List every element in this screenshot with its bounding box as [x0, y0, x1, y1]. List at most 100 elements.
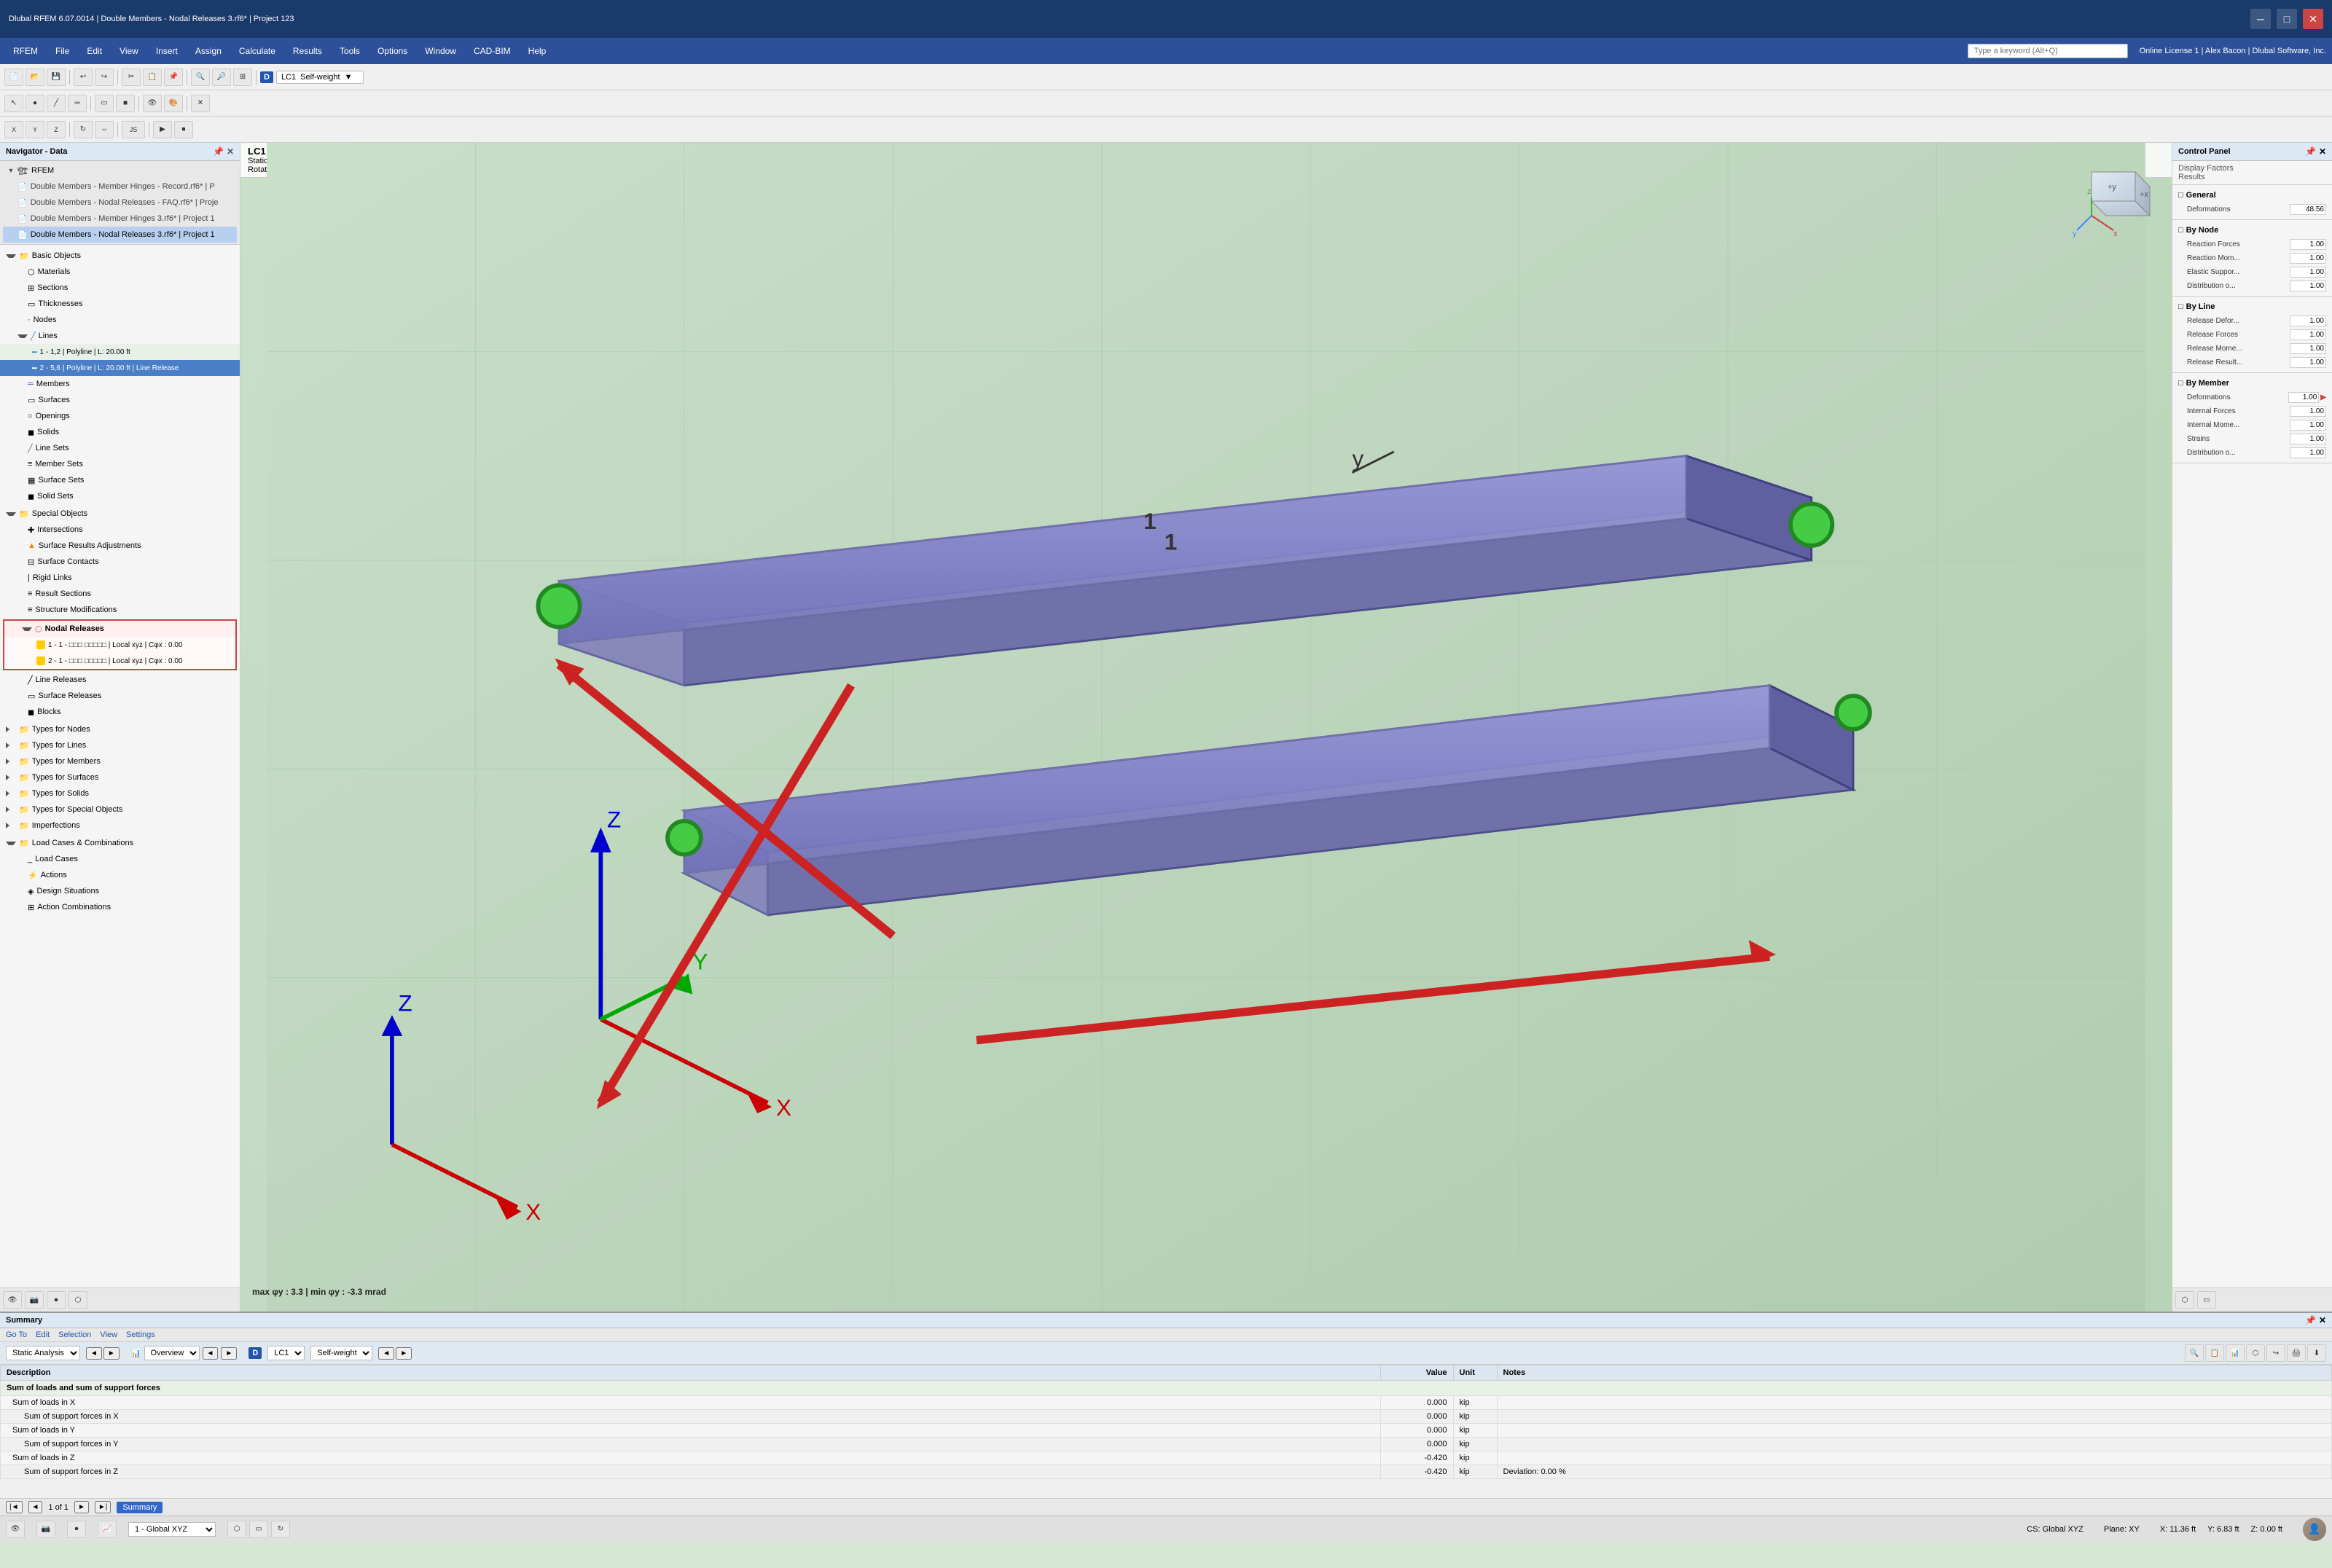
tree-surface-contacts[interactable]: ⊟ Surface Contacts: [0, 554, 240, 570]
summary-tab-btn[interactable]: Summary: [117, 1502, 163, 1513]
tree-surface-releases[interactable]: ▭ Surface Releases: [0, 688, 240, 704]
tb-ydir[interactable]: Y: [26, 121, 44, 138]
cp-internal-forces-value[interactable]: [2290, 406, 2326, 417]
tree-design-situations[interactable]: ◈ Design Situations: [0, 883, 240, 899]
tree-load-cases[interactable]: 📁 Load Cases & Combinations: [0, 835, 240, 851]
status-graph-btn[interactable]: 📈: [98, 1521, 117, 1538]
tb-xdir[interactable]: X: [4, 121, 23, 138]
tb-surface[interactable]: ▭: [95, 95, 114, 112]
search-input[interactable]: [1968, 44, 2128, 58]
tb-save[interactable]: 💾: [47, 68, 66, 86]
menu-results[interactable]: Results: [286, 43, 329, 59]
tree-types-surfaces[interactable]: 📁 Types for Surfaces: [0, 769, 240, 785]
status-cs-select[interactable]: 1 - Global XYZ: [128, 1522, 216, 1537]
tb-member[interactable]: ═: [68, 95, 87, 112]
overview-select[interactable]: Overview: [144, 1346, 200, 1360]
summary-lc-prev-btn[interactable]: ◄: [378, 1347, 394, 1360]
tree-load-cases-sub[interactable]: _ Load Cases: [0, 851, 240, 867]
tb-render[interactable]: 🎨: [164, 95, 183, 112]
cp-section-by-node-header[interactable]: □ By Node: [2172, 223, 2332, 238]
minimize-button[interactable]: ─: [2250, 9, 2271, 29]
tree-surfaces[interactable]: ▭ Surfaces: [0, 392, 240, 408]
tree-lines[interactable]: ╱ Lines: [0, 328, 240, 344]
bottom-pin-icon[interactable]: 📌: [2305, 1315, 2316, 1325]
sum-tb-7[interactable]: ⬇: [2307, 1344, 2326, 1362]
tb-open[interactable]: 📂: [26, 68, 44, 86]
overview-prev-btn[interactable]: ◄: [203, 1347, 219, 1360]
tb-new[interactable]: 📄: [4, 68, 23, 86]
tree-types-nodes[interactable]: 📁 Types for Nodes: [0, 721, 240, 737]
bottom-nav-settings[interactable]: Settings: [126, 1330, 155, 1339]
menu-rfem[interactable]: RFEM: [6, 43, 45, 59]
status-view-btn[interactable]: 👁: [6, 1521, 25, 1538]
bottom-nav-edit[interactable]: Edit: [36, 1330, 50, 1339]
tree-special-objects[interactable]: 📁 Special Objects: [0, 506, 240, 522]
tree-actions[interactable]: ⚡ Actions: [0, 867, 240, 883]
tree-thicknesses[interactable]: ▭ Thicknesses: [0, 296, 240, 312]
file-3[interactable]: 📄 Double Members - Member Hinges 3.rf6* …: [3, 211, 237, 227]
menu-cad-bim[interactable]: CAD-BIM: [466, 43, 518, 59]
tree-surface-results-adj[interactable]: ▲ Surface Results Adjustments: [0, 538, 240, 554]
tree-line-2[interactable]: ━ 2 - 5,6 | Polyline | L: 20.00 ft | Lin…: [0, 360, 240, 376]
cube-widget[interactable]: y x z +y +x: [2070, 157, 2157, 245]
nav-tb-3[interactable]: ⏺: [47, 1291, 66, 1309]
sum-tb-5[interactable]: ↪: [2266, 1344, 2285, 1362]
page-last-btn[interactable]: ►|: [95, 1501, 111, 1513]
tb-copy[interactable]: 📋: [143, 68, 162, 86]
tb-solid[interactable]: ■: [116, 95, 135, 112]
menu-calculate[interactable]: Calculate: [232, 43, 283, 59]
nav-tb-1[interactable]: 👁: [3, 1291, 22, 1309]
page-prev-btn[interactable]: ◄: [28, 1501, 43, 1513]
summary-lc-select[interactable]: LC1: [267, 1346, 305, 1360]
menu-window[interactable]: Window: [418, 43, 463, 59]
tb-mirror[interactable]: ⇔: [95, 121, 114, 138]
tree-solids[interactable]: ◼ Solids: [0, 424, 240, 440]
tb-redo[interactable]: ↪: [95, 68, 114, 86]
file-1[interactable]: 📄 Double Members - Member Hinges - Recor…: [3, 179, 237, 195]
menu-insert[interactable]: Insert: [149, 43, 185, 59]
sum-tb-6[interactable]: 🖨: [2287, 1344, 2306, 1362]
status-camera-btn[interactable]: 📷: [36, 1521, 55, 1538]
cp-release-result-value[interactable]: [2290, 357, 2326, 368]
tree-result-sections[interactable]: ≡ Result Sections: [0, 586, 240, 602]
file-4[interactable]: 📄 Double Members - Nodal Releases 3.rf6*…: [3, 227, 237, 243]
tree-intersections[interactable]: ✚ Intersections: [0, 522, 240, 538]
menu-help[interactable]: Help: [521, 43, 554, 59]
tree-types-lines[interactable]: 📁 Types for Lines: [0, 737, 240, 753]
cp-release-defor-value[interactable]: [2290, 315, 2326, 326]
summary-lc-name-select[interactable]: Self-weight: [310, 1346, 372, 1360]
sum-tb-3[interactable]: 📊: [2226, 1344, 2245, 1362]
cp-tb-1[interactable]: ⬡: [2175, 1291, 2194, 1309]
tb-undo[interactable]: ↩: [74, 68, 93, 86]
tb-zoom-in[interactable]: 🔍: [191, 68, 210, 86]
tree-structure-mods[interactable]: ≡ Structure Modifications: [0, 602, 240, 618]
nav-tb-2[interactable]: 📷: [25, 1291, 44, 1309]
tree-blocks[interactable]: ◼ Blocks: [0, 704, 240, 720]
tree-action-combos[interactable]: ⊞ Action Combinations: [0, 899, 240, 915]
bottom-nav-selection[interactable]: Selection: [58, 1330, 91, 1339]
bottom-nav-view[interactable]: View: [100, 1330, 117, 1339]
status-cs-btn-3[interactable]: ↻: [271, 1521, 290, 1538]
tb-node[interactable]: ●: [26, 95, 44, 112]
bottom-close-icon[interactable]: ✕: [2319, 1315, 2326, 1325]
tb-zdir[interactable]: Z: [47, 121, 66, 138]
tree-line-sets[interactable]: ╱ Line Sets: [0, 440, 240, 456]
tree-members[interactable]: ═ Members: [0, 376, 240, 392]
cp-distribution-o-value[interactable]: [2290, 281, 2326, 291]
cp-tb-2[interactable]: ▭: [2197, 1291, 2216, 1309]
nav-tb-4[interactable]: ⬡: [69, 1291, 87, 1309]
menu-tools[interactable]: Tools: [332, 43, 367, 59]
tree-sections[interactable]: ⊞ Sections: [0, 280, 240, 296]
tree-types-members[interactable]: 📁 Types for Members: [0, 753, 240, 769]
summary-next-btn[interactable]: ►: [103, 1347, 120, 1360]
sum-tb-4[interactable]: ⬡: [2246, 1344, 2265, 1362]
tree-basic-objects[interactable]: 📁 Basic Objects: [0, 248, 240, 264]
cp-release-forces-value[interactable]: [2290, 329, 2326, 340]
tree-types-solids[interactable]: 📁 Types for Solids: [0, 785, 240, 801]
bottom-nav-goto[interactable]: Go To: [6, 1330, 27, 1339]
tree-line-releases[interactable]: ╱ Line Releases: [0, 672, 240, 688]
page-next-btn[interactable]: ►: [74, 1501, 89, 1513]
cp-deformations-value[interactable]: [2290, 204, 2326, 215]
tree-solid-sets[interactable]: ◼ Solid Sets: [0, 488, 240, 504]
lc-dropdown[interactable]: LC1 Self-weight ▼: [276, 71, 364, 84]
